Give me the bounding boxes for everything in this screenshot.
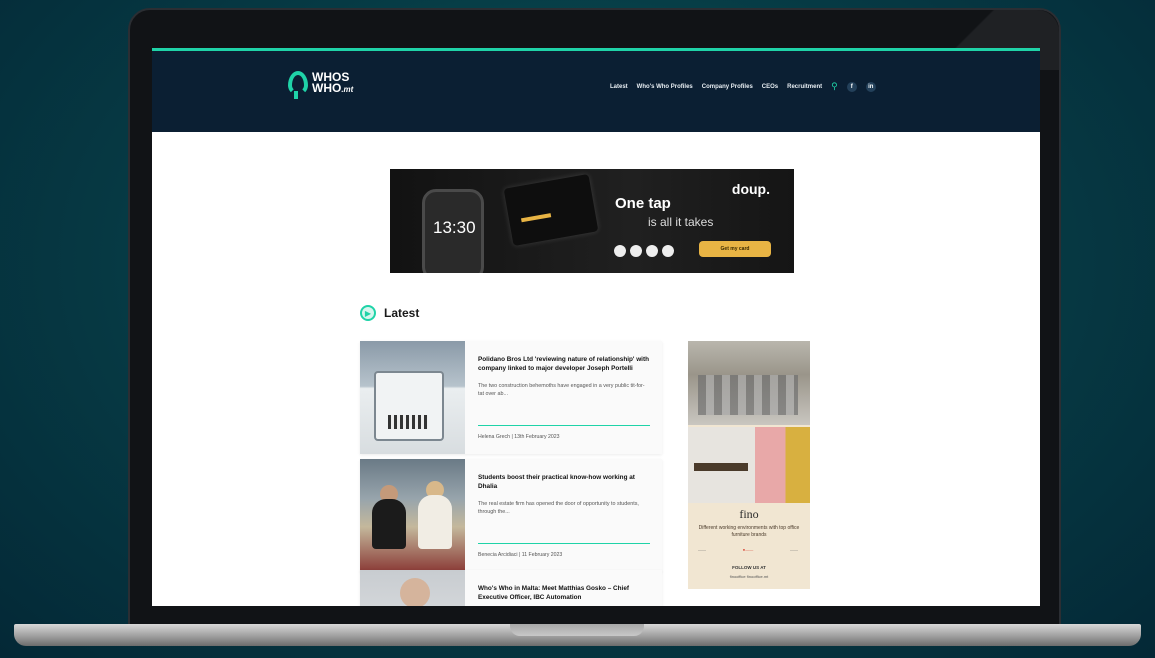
card-stripe	[520, 213, 552, 223]
article-title[interactable]: Polidano Bros Ltd 'reviewing nature of r…	[478, 355, 650, 373]
ad-copy: Different working environments with top …	[698, 525, 800, 538]
tiktok-icon	[662, 245, 674, 257]
article-divider	[478, 425, 650, 426]
laptop-frame: WHOS WHO.mt Latest Who's Who Profiles Co…	[128, 8, 1061, 630]
article-title[interactable]: Students boost their practical know-how …	[478, 473, 650, 491]
ad-partner-logos: ―― ●―― ――	[698, 547, 798, 552]
banner-ad[interactable]: 13:30 doup. One tap is all it takes Get …	[390, 169, 794, 273]
nav-item-latest[interactable]: Latest	[610, 84, 628, 90]
partner-logo: ●――	[742, 547, 754, 552]
main-nav: Latest Who's Who Profiles Company Profil…	[610, 81, 876, 92]
person-body	[372, 499, 406, 549]
search-icon[interactable]: ⚲	[831, 81, 838, 92]
ad-desk	[694, 463, 748, 471]
banner-subline: is all it takes	[648, 215, 714, 229]
browser-screen: WHOS WHO.mt Latest Who's Who Profiles Co…	[152, 48, 1040, 606]
section-title: Latest	[384, 306, 420, 320]
nav-item-whos-who-profiles[interactable]: Who's Who Profiles	[637, 84, 693, 90]
banner-headline: One tap	[615, 195, 671, 212]
partner-logo: ――	[698, 547, 706, 552]
article-meta: Helena Grech | 13th February 2023	[478, 434, 560, 440]
laptop-base	[14, 624, 1141, 646]
article-thumbnail-office[interactable]	[360, 459, 465, 572]
linkedin-icon	[646, 245, 658, 257]
article-card[interactable]: Students boost their practical know-how …	[360, 459, 662, 572]
article-card[interactable]: Polidano Bros Ltd 'reviewing nature of r…	[360, 341, 662, 454]
facebook-icon[interactable]: f	[846, 81, 857, 92]
logo-tld: .mt	[341, 84, 354, 94]
sidebar-ad[interactable]: fino Different working environments with…	[688, 341, 810, 589]
banner-cta-button[interactable]: Get my card	[699, 241, 771, 257]
site-header: WHOS WHO.mt Latest Who's Who Profiles Co…	[152, 51, 1040, 132]
ad-follow-label: FOLLOW US AT	[732, 565, 766, 570]
article-body: Polidano Bros Ltd 'reviewing nature of r…	[465, 341, 662, 454]
article-thumbnail-portrait[interactable]	[360, 570, 465, 606]
article-excerpt: The real estate firm has opened the door…	[478, 501, 639, 515]
nav-item-recruitment[interactable]: Recruitment	[787, 84, 822, 90]
site-logo[interactable]: WHOS WHO.mt	[288, 71, 354, 99]
article-divider	[478, 543, 650, 544]
truck-grill	[388, 415, 428, 429]
linkedin-icon[interactable]: in	[865, 81, 876, 92]
phone-time: 13:30	[433, 218, 476, 237]
logo-text: WHOS WHO.mt	[312, 71, 354, 95]
phone-image: 13:30	[422, 189, 484, 273]
logo-line2: WHO.mt	[312, 80, 354, 95]
clock-icon: ▶	[360, 305, 376, 321]
instagram-icon	[614, 245, 626, 257]
latest-section-heading: ▶ Latest	[360, 305, 419, 321]
banner-brand: doup.	[731, 181, 770, 197]
ad-handles: finooffice finooffice.mt	[729, 574, 769, 579]
article-meta: Benecia Arcidiaci | 11 February 2023	[478, 552, 563, 558]
banner-social-icons	[614, 245, 674, 257]
article-thumbnail-truck[interactable]	[360, 341, 465, 454]
facebook-icon	[630, 245, 642, 257]
laptop-notch	[510, 624, 644, 636]
person-face	[400, 578, 430, 606]
article-excerpt: The two construction behemoths have enga…	[478, 383, 645, 397]
truck-shape	[374, 371, 444, 441]
person-body	[418, 495, 452, 549]
article-body: Students boost their practical know-how …	[465, 459, 662, 572]
logo-mark-icon	[288, 71, 308, 99]
payment-card-image	[503, 173, 599, 247]
article-card[interactable]: Who's Who in Malta: Meet Matthias Gosko …	[360, 570, 662, 606]
ad-chairs	[698, 375, 798, 415]
article-title[interactable]: Who's Who in Malta: Meet Matthias Gosko …	[478, 584, 650, 602]
nav-item-company-profiles[interactable]: Company Profiles	[702, 84, 753, 90]
ad-brand: fino	[739, 507, 759, 521]
partner-logo: ――	[789, 547, 798, 552]
article-body: Who's Who in Malta: Meet Matthias Gosko …	[465, 570, 662, 606]
nav-item-ceos[interactable]: CEOs	[762, 84, 778, 90]
